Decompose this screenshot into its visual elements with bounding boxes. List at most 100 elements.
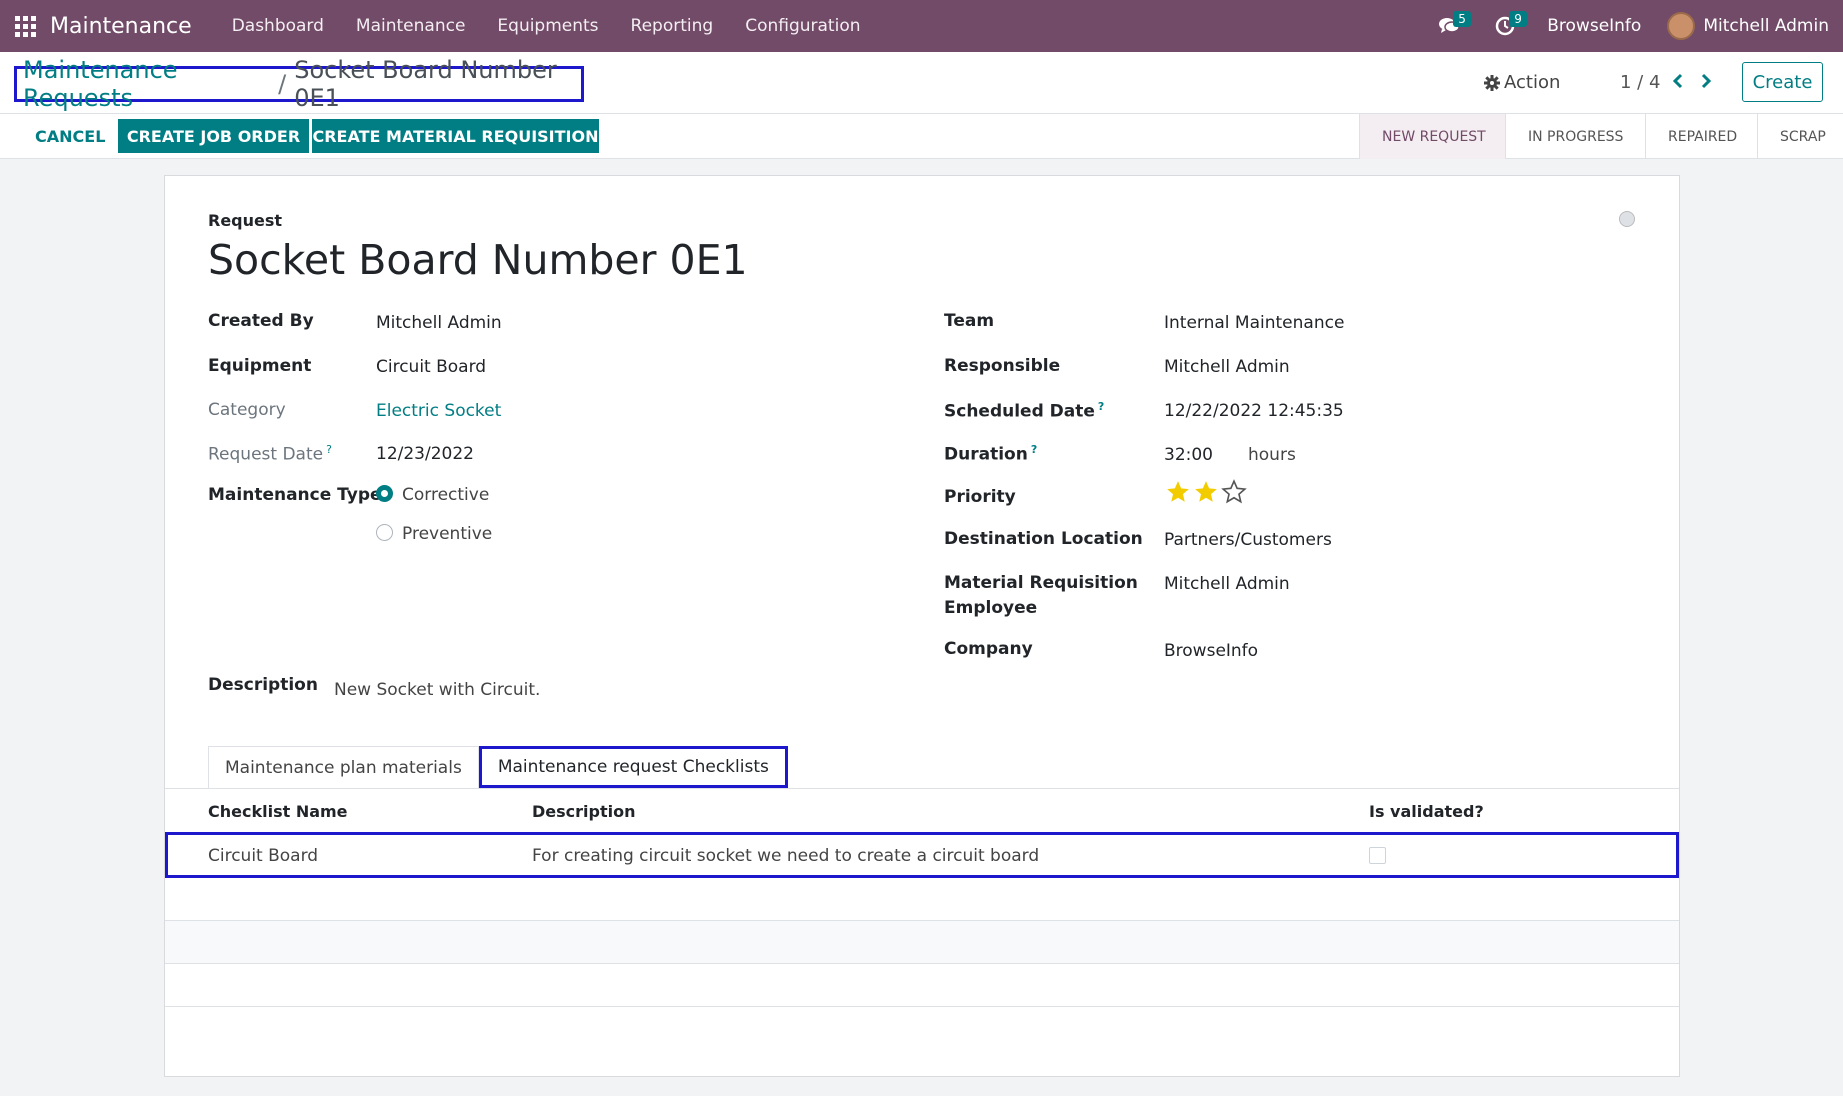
breadcrumb-separator: / (278, 70, 287, 98)
apps-menu-icon[interactable] (0, 0, 50, 52)
duration-help-icon[interactable]: ? (1031, 443, 1037, 456)
tab-divider (165, 788, 1679, 789)
table-row[interactable]: Circuit Board For creating circuit socke… (165, 832, 1679, 878)
duration-field[interactable]: 32:00 (1164, 445, 1213, 465)
create-material-requisition-button[interactable]: CREATE MATERIAL REQUISITION (312, 119, 599, 153)
equipment-field[interactable]: Circuit Board (376, 357, 486, 377)
gear-icon (1484, 74, 1500, 91)
responsible-label: Responsible (944, 356, 1061, 376)
mr-employee-label-line2: Employee (944, 598, 1038, 618)
description-label: Description (208, 675, 318, 695)
category-link[interactable]: Electric Socket (376, 401, 501, 421)
destination-location-label: Destination Location (944, 529, 1143, 549)
scheduled-date-field[interactable]: 12/22/2022 12:45:35 (1164, 401, 1344, 421)
stage-repaired[interactable]: REPAIRED (1645, 114, 1757, 159)
pager-previous-button[interactable] (1666, 66, 1690, 96)
company-label: Company (944, 639, 1033, 659)
activities-badge: 9 (1509, 11, 1527, 27)
team-field[interactable]: Internal Maintenance (1164, 313, 1344, 333)
scheduled-date-label: Scheduled Date? (944, 400, 1104, 422)
record-title[interactable]: Socket Board Number 0E1 (208, 236, 748, 284)
corrective-label[interactable]: Corrective (402, 485, 489, 505)
responsible-field[interactable]: Mitchell Admin (1164, 357, 1290, 377)
chevron-right-icon (1701, 73, 1712, 89)
maintenance-type-label: Maintenance Type (208, 485, 382, 505)
material-requisition-employee-label: Material Requisition Employee (944, 573, 1138, 618)
duration-unit: hours (1248, 445, 1296, 465)
company-field[interactable]: BrowseInfo (1164, 641, 1258, 661)
app-name[interactable]: Maintenance (50, 14, 192, 39)
material-requisition-employee-field[interactable]: Mitchell Admin (1164, 574, 1290, 594)
statusbar: CANCEL CREATE JOB ORDER CREATE MATERIAL … (0, 114, 1843, 159)
chevron-left-icon (1672, 73, 1683, 89)
tab-maintenance-request-checklists[interactable]: Maintenance request Checklists (478, 746, 788, 788)
menu-reporting[interactable]: Reporting (615, 0, 730, 52)
activities-button[interactable]: 9 (1477, 0, 1533, 52)
kanban-state-indicator[interactable] (1619, 211, 1635, 227)
messages-button[interactable]: 5 (1421, 0, 1477, 52)
user-avatar[interactable] (1667, 12, 1696, 40)
created-by-label: Created By (208, 311, 314, 331)
star-outline-icon[interactable] (1220, 479, 1248, 505)
breadcrumb: Maintenance Requests / Socket Board Numb… (14, 56, 584, 112)
empty-table-row (165, 964, 1679, 1007)
form-sheet: Request Socket Board Number 0E1 Created … (164, 175, 1680, 1077)
top-navbar: Maintenance Dashboard Maintenance Equipm… (0, 0, 1843, 52)
menu-dashboard[interactable]: Dashboard (216, 0, 340, 52)
menu-maintenance[interactable]: Maintenance (340, 0, 481, 52)
pager-value[interactable]: 1 / 4 (1620, 72, 1660, 93)
team-label: Team (944, 311, 995, 331)
is-validated-checkbox[interactable] (1369, 847, 1386, 864)
request-date-help-icon[interactable]: ? (326, 443, 332, 456)
star-icon[interactable] (1164, 479, 1192, 505)
breadcrumb-current: Socket Board Number 0E1 (294, 56, 557, 112)
scheduled-date-label-text: Scheduled Date (944, 401, 1095, 422)
stage-in-progress[interactable]: IN PROGRESS (1505, 114, 1645, 159)
notebook-tabs: Maintenance plan materials Maintenance r… (208, 746, 788, 788)
duration-label-text: Duration (944, 444, 1028, 465)
request-date-field[interactable]: 12/23/2022 (376, 444, 474, 464)
priority-label: Priority (944, 487, 1016, 507)
stage-scrap[interactable]: SCRAP (1757, 114, 1843, 159)
company-switcher[interactable]: BrowseInfo (1547, 16, 1641, 36)
messages-badge: 5 (1453, 11, 1471, 27)
stage-pipeline: NEW REQUEST IN PROGRESS REPAIRED SCRAP (1359, 114, 1843, 159)
scheduled-date-help-icon[interactable]: ? (1098, 400, 1104, 413)
empty-table-row (165, 921, 1679, 964)
checklist-description-cell[interactable]: For creating circuit socket we need to c… (532, 846, 1039, 866)
category-label: Category (208, 400, 286, 420)
mr-employee-label-line1: Material Requisition (944, 573, 1138, 593)
request-date-label: Request Date? (208, 443, 332, 465)
preventive-label[interactable]: Preventive (402, 524, 492, 544)
cancel-button[interactable]: CANCEL (22, 120, 118, 153)
duration-label: Duration? (944, 443, 1037, 465)
request-label: Request (208, 211, 283, 230)
action-menu-button[interactable]: Action (1484, 72, 1560, 93)
star-icon[interactable] (1192, 479, 1220, 505)
destination-location-field[interactable]: Partners/Customers (1164, 530, 1332, 550)
corrective-radio[interactable] (376, 485, 393, 502)
equipment-label: Equipment (208, 356, 312, 376)
checklist-name-cell[interactable]: Circuit Board (208, 846, 318, 866)
column-description[interactable]: Description (532, 802, 635, 821)
stage-new-request[interactable]: NEW REQUEST (1359, 114, 1505, 159)
tab-maintenance-plan-materials[interactable]: Maintenance plan materials (208, 746, 479, 788)
created-by-field[interactable]: Mitchell Admin (376, 313, 502, 333)
create-button[interactable]: Create (1742, 62, 1823, 102)
priority-widget (1164, 479, 1248, 505)
breadcrumb-maintenance-requests[interactable]: Maintenance Requests (23, 56, 270, 112)
create-job-order-button[interactable]: CREATE JOB ORDER (118, 119, 309, 153)
empty-table-row (165, 878, 1679, 921)
user-menu[interactable]: Mitchell Admin (1703, 16, 1829, 36)
menu-equipments[interactable]: Equipments (481, 0, 614, 52)
control-panel: Maintenance Requests / Socket Board Numb… (0, 52, 1843, 114)
column-checklist-name[interactable]: Checklist Name (208, 802, 348, 821)
checklist-table-header: Checklist Name Description Is validated? (165, 790, 1679, 833)
column-is-validated[interactable]: Is validated? (1369, 802, 1484, 821)
action-label: Action (1504, 72, 1561, 93)
description-field[interactable]: New Socket with Circuit. (334, 680, 540, 700)
preventive-radio[interactable] (376, 524, 393, 541)
pager-next-button[interactable] (1694, 66, 1718, 96)
request-date-label-text: Request Date (208, 444, 324, 465)
menu-configuration[interactable]: Configuration (729, 0, 876, 52)
